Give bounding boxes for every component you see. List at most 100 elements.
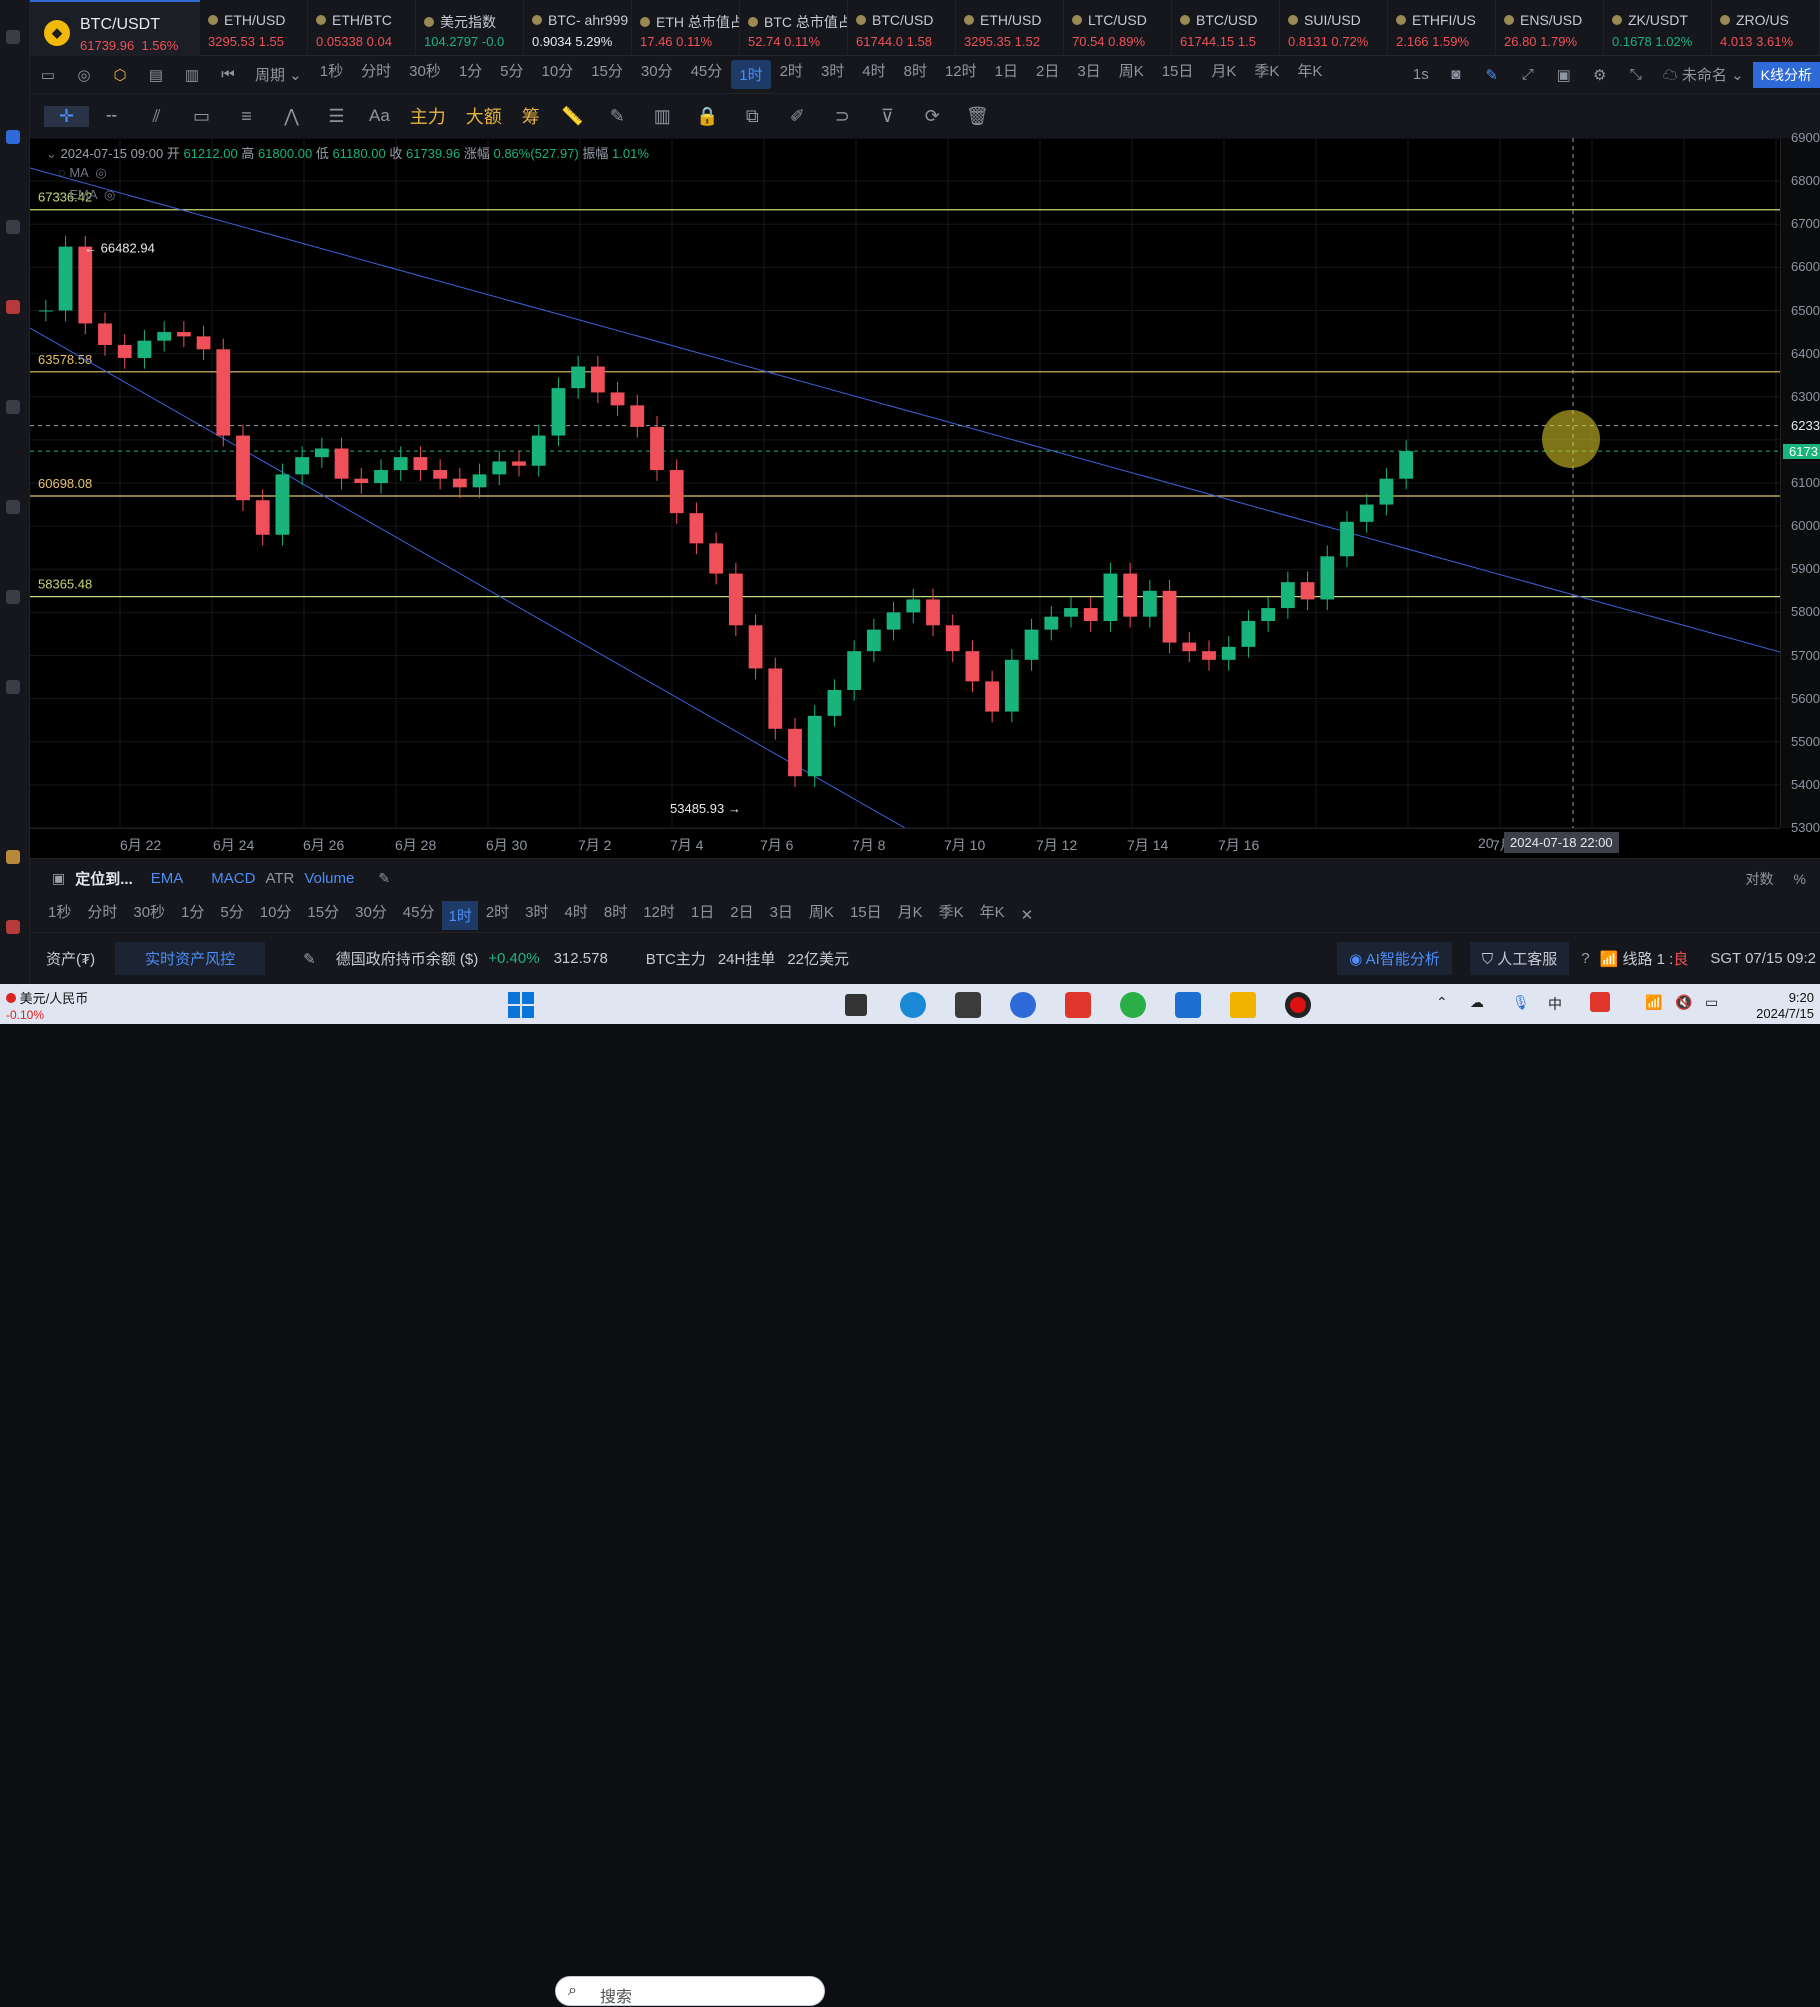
interval-tab[interactable]: 1分 [450, 60, 491, 89]
mic-icon[interactable]: 🎙 [1512, 994, 1530, 1011]
interval-tab[interactable]: 1日 [986, 60, 1027, 89]
kline-analysis-button[interactable]: K线分析 [1752, 61, 1820, 88]
ticker-item[interactable]: BTC/USD 61744.0 1.58 [848, 0, 956, 55]
log-toggle[interactable]: 对数 [1746, 869, 1794, 889]
bottom-interval-tab[interactable]: 年K [972, 901, 1013, 930]
locate-button[interactable]: 定位到... [75, 868, 151, 889]
bottom-interval-tab[interactable]: 月K [890, 901, 931, 930]
ticker-item[interactable]: 美元指数 104.2797 -0.0 [416, 0, 524, 55]
bottom-interval-tab[interactable]: 1日 [683, 901, 722, 930]
interval-tab[interactable]: 月K [1202, 60, 1245, 89]
interval-tab[interactable]: 周K [1110, 60, 1153, 89]
bottom-interval-tab[interactable]: 8时 [596, 901, 635, 930]
camera-icon[interactable]: ◙ [1438, 66, 1474, 83]
folder-icon[interactable] [1230, 992, 1256, 1018]
bottom-interval-tab[interactable]: 4时 [557, 901, 596, 930]
ema-indicator[interactable]: ◌ EMA ◎ [58, 187, 115, 203]
fib-tool-icon[interactable]: ☰ [314, 106, 359, 127]
wps-tray-icon[interactable] [1590, 992, 1610, 1012]
taskbar-search[interactable]: ⌕ 搜索 [555, 1976, 825, 2006]
line-status[interactable]: 📶 线路 1 :良 [1600, 948, 1711, 969]
interval-tab[interactable]: 3日 [1068, 60, 1109, 89]
speed-label[interactable]: 1s [1404, 66, 1438, 83]
edit-icon[interactable]: ✐ [775, 106, 820, 127]
pen-icon[interactable]: ✎ [1474, 66, 1510, 84]
pen-small-icon[interactable]: ✎ [303, 950, 336, 968]
interval-tab[interactable]: 15分 [582, 60, 632, 89]
wps-icon[interactable] [1065, 992, 1091, 1018]
sidebar-icon[interactable] [6, 590, 20, 604]
ticker-item[interactable]: ETH 总市值占 17.46 0.11% [632, 0, 740, 55]
bottom-interval-tab[interactable]: 周K [801, 901, 842, 930]
news-title[interactable]: 德国政府持币余额 ($) [336, 948, 489, 969]
interval-tab[interactable]: 分时 [352, 60, 400, 89]
lock-icon[interactable]: 🔒 [685, 106, 730, 127]
bottom-interval-tab[interactable]: 1秒 [40, 901, 79, 930]
bottom-interval-tab[interactable]: 15日 [842, 901, 890, 930]
alert-icon[interactable]: ⬡ [102, 66, 138, 84]
bottom-interval-tab[interactable]: 3日 [762, 901, 801, 930]
crosshair-icon[interactable]: ✛ [44, 105, 89, 127]
ticker-item[interactable]: ETHFI/US 2.166 1.59% [1388, 0, 1496, 55]
interval-tab[interactable]: 3时 [812, 60, 853, 89]
bottom-interval-tab[interactable]: 12时 [635, 901, 683, 930]
parallel-tool-icon[interactable]: ≡ [224, 106, 269, 127]
cloud-layout[interactable]: ☁ 未命名 ⌄ [1654, 64, 1753, 85]
ticker-item[interactable]: BTC- ahr999 0.9034 5.29% [524, 0, 632, 55]
close-icon[interactable]: ✕ [1013, 906, 1042, 924]
bottom-interval-tab[interactable]: 分时 [79, 901, 125, 930]
wifi-tray-icon[interactable]: 📶 [1645, 994, 1662, 1011]
rectangle-tool-icon[interactable]: ▭ [179, 106, 224, 127]
interval-tab[interactable]: 45分 [682, 60, 732, 89]
record-icon[interactable] [1285, 992, 1311, 1018]
photos-icon[interactable] [1175, 992, 1201, 1018]
collapse-info-icon[interactable]: ⌄ [46, 146, 57, 161]
interval-tab[interactable]: 10分 [533, 60, 583, 89]
copy-icon[interactable]: ⧉ [730, 106, 775, 127]
sidebar-icon[interactable] [6, 30, 20, 44]
collapse-icon[interactable]: ⤡ [1618, 66, 1654, 83]
ruler-icon[interactable]: 📏 [550, 106, 595, 127]
bottom-interval-tab[interactable]: 3时 [517, 901, 556, 930]
sidebar-icon[interactable] [6, 850, 20, 864]
app-icon[interactable] [955, 992, 981, 1018]
brush-icon[interactable]: ✎ [595, 106, 640, 127]
sidebar-icon[interactable] [6, 680, 20, 694]
sidebar-icon[interactable] [6, 400, 20, 414]
template-icon[interactable]: ▣ [1546, 66, 1582, 84]
bottom-interval-tab[interactable]: 2日 [722, 901, 761, 930]
ray-tool-icon[interactable]: ⫽ [134, 106, 179, 127]
trendline-tool-icon[interactable]: ╌ [89, 106, 134, 127]
ticker-main[interactable]: ◆ BTC/USDT 61739.96 1.56% [30, 0, 200, 56]
battery-icon[interactable]: ▭ [1705, 994, 1718, 1011]
sidebar-icon[interactable] [6, 220, 20, 234]
ticker-item[interactable]: ZK/USDT 0.1678 1.02% [1604, 0, 1712, 55]
sidebar-icon[interactable] [6, 920, 20, 934]
magnet-icon[interactable]: ⊃ [820, 106, 865, 127]
bottom-interval-tab[interactable]: 15分 [299, 901, 347, 930]
indicator-icon[interactable]: ◎ [66, 66, 102, 84]
chart-area[interactable]: 67336.42 63578.58 60698.08 58365.48 ← 66482.… [30, 138, 1820, 858]
tray-up-icon[interactable]: ⌃ [1436, 994, 1448, 1011]
windows-start-icon[interactable] [508, 992, 534, 1018]
main-force-tool[interactable]: 主力 [400, 103, 456, 129]
ticker-item[interactable]: ENS/USD 26.80 1.79% [1496, 0, 1604, 55]
help-icon[interactable]: ? [1581, 950, 1599, 967]
fullscreen-icon[interactable]: ⤢ [1510, 66, 1546, 83]
bottom-interval-tab[interactable]: 1分 [173, 901, 212, 930]
ticker-item[interactable]: ETH/USD 3295.35 1.52 [956, 0, 1064, 55]
interval-tab[interactable]: 5分 [491, 60, 532, 89]
percent-toggle[interactable]: % [1794, 871, 1820, 887]
sync-icon[interactable]: ⟳ [910, 106, 955, 127]
calendar-icon[interactable]: ▤ [138, 66, 174, 84]
bottom-interval-tab[interactable]: 30分 [347, 901, 395, 930]
interval-tab[interactable]: 8时 [895, 60, 936, 89]
customer-service-button[interactable]: ⛉ 人工客服 [1469, 942, 1570, 975]
wechat-icon[interactable] [1120, 992, 1146, 1018]
ma-indicator[interactable]: ◌ MA ◎ [58, 165, 107, 181]
period-dropdown[interactable]: 周期 ⌄ [246, 64, 311, 85]
ticker-item[interactable]: BTC 总市值占 52.74 0.11% [740, 0, 848, 55]
ema-tab[interactable]: EMA [151, 870, 212, 887]
macd-tab[interactable]: MACD [211, 870, 265, 887]
settings-icon[interactable]: ⚙ [1582, 66, 1618, 84]
